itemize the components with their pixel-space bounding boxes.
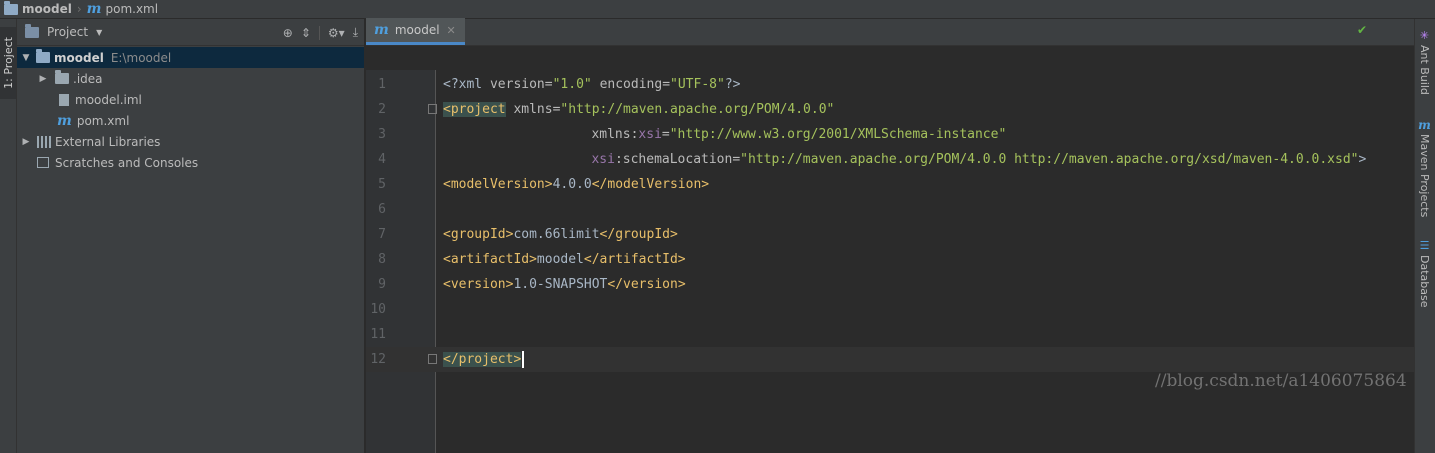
maven-icon: m (86, 1, 102, 17)
folder-icon (4, 0, 18, 15)
hide-panel-icon[interactable]: ⤓ (353, 25, 358, 40)
gear-icon[interactable]: ⚙▾ (328, 26, 345, 40)
ant-icon: ✳ (1419, 29, 1430, 42)
left-tool-strip: 1: Project (0, 19, 17, 453)
breadcrumb-project[interactable]: moodel (4, 0, 72, 16)
close-icon[interactable]: ✕ (447, 24, 456, 37)
folder-icon (55, 70, 69, 84)
tree-item-external-libraries[interactable]: ▶ External Libraries (17, 131, 364, 152)
database-icon: ☰ (1419, 239, 1430, 252)
code-area[interactable]: 1 <?xml version="1.0" encoding="UTF-8"?>… (366, 70, 1414, 453)
fold-marker-icon[interactable] (428, 354, 437, 364)
navigation-bar: moodel › m pom.xml (0, 0, 1435, 19)
editor-tab-bar: m moodel ✕ (366, 18, 1414, 46)
code-line[interactable]: 4 xsi:schemaLocation="http://maven.apach… (366, 147, 1414, 172)
module-file-icon (59, 93, 69, 106)
text-caret (522, 351, 525, 368)
code-line[interactable]: 5 <modelVersion>4.0.0</modelVersion> (366, 172, 1414, 197)
right-tool-strip: ✳ Ant Build m Maven Projects ☰ Database (1414, 19, 1435, 453)
scratches-icon (37, 157, 49, 168)
ant-build-tool[interactable]: ✳ Ant Build (1418, 29, 1431, 95)
code-line[interactable]: 9 <version>1.0-SNAPSHOT</version> (366, 272, 1414, 297)
project-tool-tab[interactable]: 1: Project (0, 27, 16, 99)
project-panel: Project ▼ ⊕ ⇕ ⚙▾ ⤓ ▼ moodel E:\moodel ▶ … (17, 19, 365, 453)
maven-icon: m (57, 112, 72, 129)
code-line[interactable]: 7 <groupId>com.66limit</groupId> (366, 222, 1414, 247)
project-tree: ▼ moodel E:\moodel ▶ .idea moodel.iml m … (17, 46, 364, 173)
tree-item-moodel-iml[interactable]: moodel.iml (17, 89, 364, 110)
fold-marker-icon[interactable] (428, 104, 437, 114)
expanded-arrow-icon[interactable]: ▼ (19, 53, 33, 63)
code-line-current[interactable]: 12 </project> (366, 347, 1414, 372)
collapse-all-icon[interactable]: ⇕ (301, 26, 311, 40)
database-tool[interactable]: ☰ Database (1418, 239, 1431, 308)
collapsed-arrow-icon[interactable]: ▶ (19, 137, 33, 147)
locate-icon[interactable]: ⊕ (283, 26, 293, 40)
panel-header-toolbar: ⊕ ⇕ ⚙▾ ⤓ (283, 19, 358, 46)
breadcrumb-separator: › (76, 2, 82, 16)
maven-icon: m (1418, 118, 1431, 132)
breadcrumb-file[interactable]: m pom.xml (87, 2, 158, 16)
code-line[interactable]: 8 <artifactId>moodel</artifactId> (366, 247, 1414, 272)
code-line[interactable]: 2 <project xmlns="http://maven.apache.or… (366, 97, 1414, 122)
module-folder-icon (36, 49, 50, 63)
chevron-down-icon[interactable]: ▼ (96, 28, 102, 37)
project-view-selector[interactable]: Project (47, 25, 88, 39)
toolbar-divider (318, 25, 320, 40)
code-line[interactable]: 11 (366, 322, 1414, 347)
editor: m moodel ✕ 1 <?xml version="1.0" encodin… (366, 18, 1414, 453)
library-icon (37, 135, 51, 148)
tree-item-idea[interactable]: ▶ .idea (17, 68, 364, 89)
editor-tab-moodel[interactable]: m moodel ✕ (366, 18, 465, 45)
code-line[interactable]: 6 (366, 197, 1414, 222)
collapsed-arrow-icon[interactable]: ▶ (36, 74, 50, 84)
project-panel-header: Project ▼ ⊕ ⇕ ⚙▾ ⤓ (17, 19, 364, 46)
maven-icon: m (374, 22, 389, 38)
project-view-icon (25, 23, 39, 38)
watermark: //blog.csdn.net/a1406075864 (1155, 371, 1407, 391)
code-line[interactable]: 1 <?xml version="1.0" encoding="UTF-8"?> (366, 72, 1414, 97)
code-line[interactable]: 3 xmlns:xsi="http://www.w3.org/2001/XMLS… (366, 122, 1414, 147)
inspection-ok-icon[interactable]: ✔ (1357, 23, 1367, 37)
code-line[interactable]: 10 (366, 297, 1414, 322)
tree-item-moodel[interactable]: ▼ moodel E:\moodel (17, 47, 364, 68)
maven-projects-tool[interactable]: m Maven Projects (1418, 119, 1431, 217)
tree-item-scratches[interactable]: Scratches and Consoles (17, 152, 364, 173)
tree-item-pom-xml[interactable]: m pom.xml (17, 110, 364, 131)
